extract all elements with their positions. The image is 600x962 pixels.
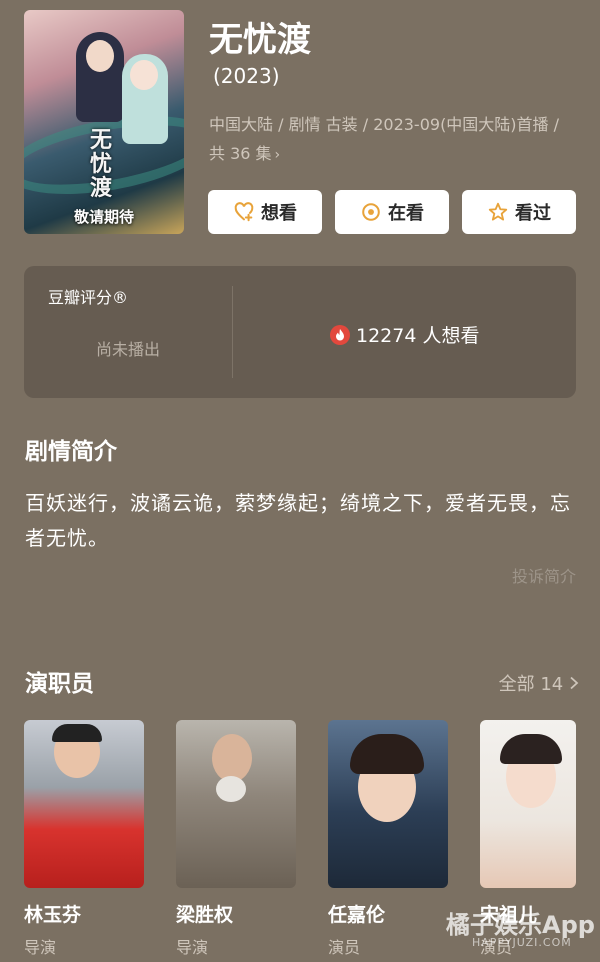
cast-name: 林玉芬 bbox=[24, 904, 82, 926]
fire-icon bbox=[330, 324, 350, 345]
meta-text: 中国大陆 / 剧情 古装 / 2023-09(中国大陆)首播 / 共 36 集 bbox=[209, 115, 560, 163]
heart-plus-icon bbox=[233, 201, 255, 223]
star-icon bbox=[487, 201, 509, 223]
wish-count[interactable]: 12274 人想看 bbox=[330, 321, 479, 348]
cast-photo bbox=[328, 720, 448, 888]
want-to-watch-label: 想看 bbox=[261, 203, 297, 224]
wish-count-text: 12274 人想看 bbox=[356, 325, 480, 347]
target-icon bbox=[360, 201, 382, 223]
poster-face-male bbox=[86, 40, 114, 72]
rating-status: 尚未播出 bbox=[95, 340, 160, 359]
action-bar: 想看 在看 看过 bbox=[208, 190, 576, 234]
cast-name: 梁胜权 bbox=[176, 904, 234, 926]
watermark-text: 橘子娱乐App bbox=[446, 911, 595, 939]
page-title: 无忧渡 bbox=[209, 20, 311, 60]
cast-role: 演员 bbox=[328, 938, 361, 957]
poster-calligraphy: 无忧渡 bbox=[90, 127, 113, 201]
rating-divider bbox=[232, 286, 233, 378]
chevron-right-icon bbox=[569, 674, 579, 695]
cast-photo bbox=[176, 720, 296, 888]
poster-face-female bbox=[130, 60, 158, 90]
cast-member[interactable]: 任嘉伦 演员 bbox=[328, 720, 448, 958]
douban-rating-label: 豆瓣评分® bbox=[48, 288, 129, 307]
cast-photo bbox=[24, 720, 144, 888]
watching-button[interactable]: 在看 bbox=[335, 190, 449, 234]
report-synopsis-link[interactable]: 投诉简介 bbox=[512, 563, 576, 587]
cast-title: 演职员 bbox=[25, 671, 94, 697]
poster-image[interactable]: 无忧渡 敬请期待 bbox=[24, 10, 184, 234]
cast-photo bbox=[480, 720, 576, 888]
poster-tagline: 敬请期待 bbox=[73, 208, 134, 226]
watched-label: 看过 bbox=[515, 203, 551, 224]
watching-label: 在看 bbox=[388, 203, 424, 224]
cast-role: 导演 bbox=[176, 938, 209, 957]
meta-info[interactable]: 中国大陆 / 剧情 古装 / 2023-09(中国大陆)首播 / 共 36 集 › bbox=[209, 110, 579, 170]
cast-all-label: 全部 14 bbox=[498, 674, 564, 695]
watched-button[interactable]: 看过 bbox=[462, 190, 576, 234]
cast-name: 任嘉伦 bbox=[328, 904, 386, 926]
chevron-right-icon: › bbox=[274, 147, 281, 163]
cast-member[interactable]: 梁胜权 导演 bbox=[176, 720, 296, 958]
release-year: (2023) bbox=[213, 64, 280, 88]
synopsis-text: 百妖迷行，波谲云诡，萦梦缘起；绮境之下，爱者无畏，忘者无忧。 bbox=[25, 491, 571, 550]
cast-member[interactable]: 林玉芬 导演 bbox=[24, 720, 144, 958]
cast-all-link[interactable]: 全部 14 bbox=[499, 670, 579, 696]
watermark-url: HAPPYJUZI.COM bbox=[472, 936, 572, 949]
cast-role: 导演 bbox=[24, 938, 57, 957]
synopsis-title: 剧情简介 bbox=[25, 439, 117, 465]
want-to-watch-button[interactable]: 想看 bbox=[208, 190, 322, 234]
rating-card: 豆瓣评分® 尚未播出 12274 人想看 bbox=[24, 266, 576, 398]
